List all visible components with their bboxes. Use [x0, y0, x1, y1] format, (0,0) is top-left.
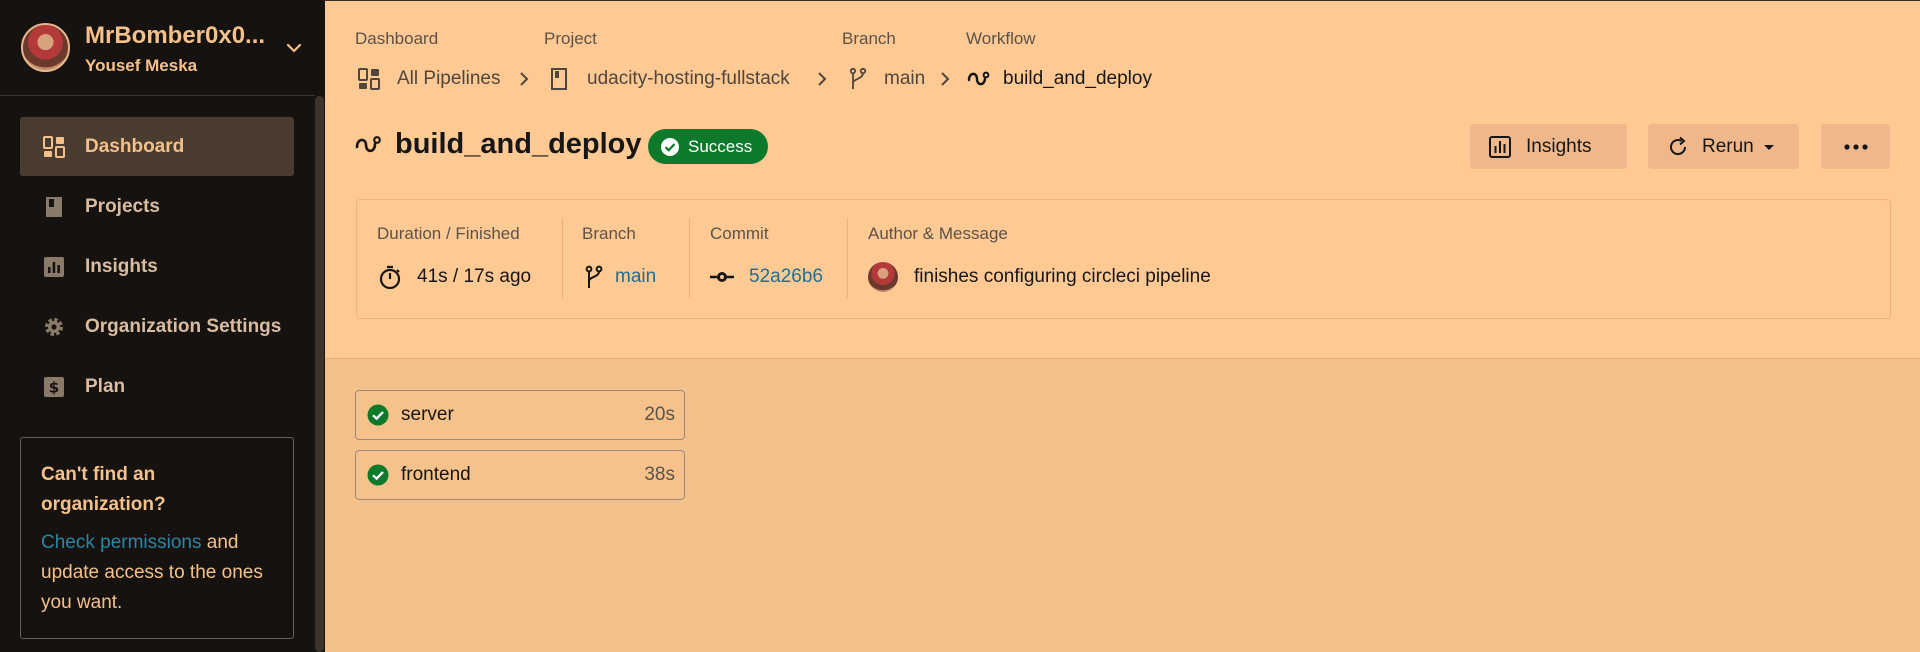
insights-button-label: Insights: [1526, 135, 1592, 157]
svg-text:$: $: [49, 378, 59, 396]
chevron-right-icon: [941, 72, 950, 86]
commit-icon: [710, 272, 734, 282]
user-name: MrBomber0x0...: [85, 22, 266, 49]
breadcrumb-label: udacity-hosting-fullstack: [587, 68, 790, 89]
divider: [689, 218, 690, 298]
help-text: Check permissions and update access to t…: [41, 528, 273, 618]
breadcrumb-label: All Pipelines: [397, 68, 501, 89]
user-menu[interactable]: MrBomber0x0... Yousef Meska: [0, 0, 315, 96]
commit-value: 52a26b6: [709, 262, 823, 292]
check-circle-icon: [661, 137, 679, 156]
author-value: finishes configuring circleci pipeline: [868, 262, 1211, 292]
sidebar-item-plan[interactable]: $ Plan: [20, 357, 294, 416]
divider: [847, 218, 848, 298]
page-title: build_and_deploy: [395, 128, 642, 160]
dashboard-icon: [43, 135, 65, 158]
breadcrumb-label: main: [884, 68, 926, 89]
insights-icon: [44, 256, 64, 277]
job-duration: 20s: [644, 404, 675, 425]
breadcrumb-project[interactable]: udacity-hosting-fullstack: [547, 66, 790, 92]
sidebar-item-organization-settings[interactable]: Organization Settings: [20, 297, 294, 356]
divider: [562, 218, 563, 298]
branch-label: Branch: [582, 224, 636, 243]
rerun-button[interactable]: Rerun: [1648, 124, 1799, 169]
workflow-icon: [967, 71, 990, 86]
chevron-down-icon[interactable]: [284, 38, 304, 58]
dashboard-icon: [358, 68, 380, 90]
more-icon: [1843, 143, 1868, 150]
sidebar: MrBomber0x0... Yousef Meska Dashboard Pr…: [0, 0, 325, 652]
breadcrumb-header-workflow: Workflow: [966, 29, 1036, 48]
branch-icon: [849, 67, 867, 89]
sidebar-item-label: Plan: [85, 375, 126, 397]
avatar: [21, 23, 70, 72]
caret-down-icon: [1763, 144, 1774, 150]
insights-icon: [1489, 135, 1511, 158]
sidebar-item-label: Organization Settings: [85, 315, 282, 337]
projects-icon: [551, 68, 567, 90]
check-permissions-link[interactable]: Check permissions: [41, 532, 202, 553]
breadcrumb-all-pipelines[interactable]: All Pipelines: [357, 66, 501, 92]
rerun-button-label: Rerun: [1702, 135, 1754, 157]
sidebar-item-projects[interactable]: Projects: [20, 177, 294, 236]
job-card[interactable]: server 20s: [355, 390, 685, 440]
branch-link[interactable]: main: [615, 266, 656, 288]
user-subtitle: Yousef Meska: [85, 56, 198, 75]
branch-icon: [585, 265, 603, 288]
status-text: Success: [688, 136, 753, 156]
status-badge: Success: [648, 129, 769, 164]
job-card[interactable]: frontend 38s: [355, 450, 685, 500]
duration-text: 41s / 17s ago: [417, 266, 532, 287]
check-circle-icon: [367, 464, 389, 486]
more-options-button[interactable]: [1821, 124, 1890, 169]
duration-label: Duration / Finished: [377, 224, 520, 243]
check-circle-icon: [367, 404, 389, 426]
projects-icon: [46, 196, 62, 217]
sidebar-item-insights[interactable]: Insights: [20, 237, 294, 296]
workflow-info-card: Duration / Finished 41s / 17s ago Branch…: [356, 199, 1891, 319]
sidebar-item-label: Dashboard: [85, 135, 185, 157]
breadcrumb-header-dashboard: Dashboard: [355, 29, 439, 48]
breadcrumb-label: build_and_deploy: [1003, 68, 1152, 89]
commit-label: Commit: [710, 224, 769, 243]
commit-message: finishes configuring circleci pipeline: [914, 266, 1211, 287]
breadcrumb-branch[interactable]: main: [846, 66, 925, 92]
chevron-right-icon: [520, 72, 529, 86]
chevron-right-icon: [818, 72, 827, 86]
dollar-icon: $: [44, 376, 64, 397]
stopwatch-icon: [379, 265, 401, 290]
refresh-icon: [1670, 136, 1687, 155]
breadcrumb-header-project: Project: [544, 29, 597, 48]
gear-icon: [45, 317, 63, 336]
help-box: Can't find an organization? Check permis…: [20, 437, 294, 639]
sidebar-item-label: Insights: [85, 255, 158, 277]
breadcrumb-workflow: build_and_deploy: [967, 66, 1152, 92]
job-name: server: [401, 404, 454, 425]
help-title: Can't find an organization?: [41, 464, 166, 515]
sidebar-item-label: Projects: [85, 195, 160, 217]
sidebar-item-dashboard[interactable]: Dashboard: [20, 117, 294, 176]
breadcrumb-header-branch: Branch: [842, 29, 896, 48]
job-name: frontend: [401, 464, 471, 485]
duration-value: 41s / 17s ago: [377, 262, 531, 292]
insights-button[interactable]: Insights: [1470, 124, 1627, 169]
commit-link[interactable]: 52a26b6: [749, 266, 823, 288]
job-duration: 38s: [644, 464, 675, 485]
branch-value: main: [581, 262, 656, 292]
avatar: [868, 262, 898, 292]
workflow-icon: [355, 136, 381, 153]
author-label: Author & Message: [868, 224, 1008, 243]
sidebar-scrollbar[interactable]: [315, 96, 324, 652]
